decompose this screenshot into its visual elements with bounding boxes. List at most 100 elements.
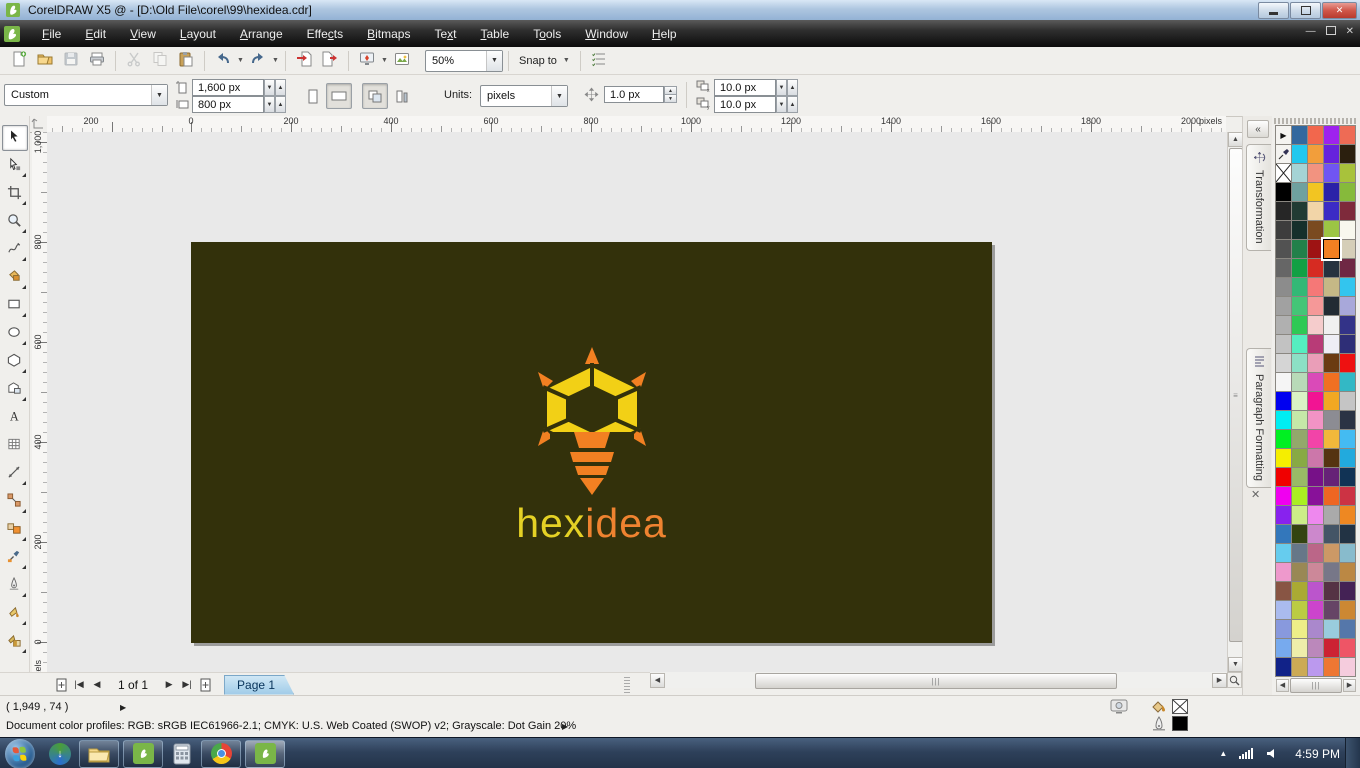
docker-collapse-button[interactable]: « xyxy=(1247,120,1269,138)
outline-color-indicator[interactable] xyxy=(1150,716,1188,731)
palette-swatch[interactable] xyxy=(1339,524,1356,544)
palette-swatch[interactable] xyxy=(1275,296,1292,316)
menu-view[interactable]: View xyxy=(118,23,168,45)
palette-swatch[interactable] xyxy=(1339,220,1356,240)
palette-swatch[interactable] xyxy=(1291,182,1308,202)
palette-swatch[interactable] xyxy=(1291,201,1308,221)
palette-no-color[interactable] xyxy=(1275,163,1292,183)
menu-text[interactable]: Text xyxy=(422,23,468,45)
palette-swatch[interactable] xyxy=(1323,334,1340,354)
add-page-before-button[interactable] xyxy=(52,676,70,694)
palette-swatch[interactable] xyxy=(1307,562,1324,582)
page-tab[interactable]: Page 1 xyxy=(224,675,294,695)
vertical-scrollbar[interactable]: ▲ ≡ ▼ xyxy=(1227,132,1243,672)
export-button[interactable] xyxy=(317,48,343,74)
palette-swatch[interactable] xyxy=(1291,391,1308,411)
menu-file[interactable]: File xyxy=(30,23,73,45)
palette-swatch[interactable] xyxy=(1339,391,1356,411)
application-launcher-button[interactable] xyxy=(354,48,380,74)
duplicate-x-down[interactable]: ▼ xyxy=(776,79,787,96)
palette-swatch[interactable] xyxy=(1291,467,1308,487)
palette-swatch[interactable] xyxy=(1307,163,1324,183)
palette-swatch[interactable] xyxy=(1275,334,1292,354)
palette-swatch[interactable] xyxy=(1323,486,1340,506)
palette-swatch[interactable] xyxy=(1275,619,1292,639)
palette-swatch[interactable] xyxy=(1339,182,1356,202)
palette-swatch[interactable] xyxy=(1307,600,1324,620)
palette-swatch[interactable] xyxy=(1339,296,1356,316)
palette-swatch[interactable] xyxy=(1275,201,1292,221)
basic-shapes-tool[interactable] xyxy=(2,377,28,403)
palette-swatch[interactable] xyxy=(1291,163,1308,183)
units-combo[interactable]: pixels ▼ xyxy=(480,85,568,107)
palette-swatch[interactable] xyxy=(1339,429,1356,449)
taskbar-calculator-icon[interactable] xyxy=(170,742,194,766)
palette-swatch[interactable] xyxy=(1323,372,1340,392)
palette-swatch[interactable] xyxy=(1339,125,1356,145)
palette-swatch[interactable] xyxy=(1307,144,1324,164)
new-document-button[interactable] xyxy=(6,48,32,74)
menu-window[interactable]: Window xyxy=(573,23,640,45)
duplicate-y-up[interactable]: ▲ xyxy=(787,96,798,113)
palette-swatch[interactable] xyxy=(1291,125,1308,145)
paper-width-up[interactable]: ▲ xyxy=(275,79,286,96)
smart-fill-tool[interactable] xyxy=(2,265,28,291)
palette-swatch[interactable] xyxy=(1323,657,1340,677)
rectangle-tool[interactable] xyxy=(2,293,28,319)
text-tool[interactable]: A xyxy=(2,405,28,431)
palette-swatch[interactable] xyxy=(1323,543,1340,563)
palette-swatch[interactable] xyxy=(1307,201,1324,221)
palette-swatch[interactable] xyxy=(1339,277,1356,297)
palette-swatch[interactable] xyxy=(1307,277,1324,297)
shape-tool[interactable] xyxy=(2,153,28,179)
snap-to-button[interactable]: Snap to▼ xyxy=(514,49,575,73)
palette-eyedropper[interactable] xyxy=(1275,144,1292,164)
palette-swatch[interactable] xyxy=(1323,163,1340,183)
menu-effects[interactable]: Effects xyxy=(295,23,355,45)
palette-swatch[interactable] xyxy=(1339,353,1356,373)
palette-swatch[interactable] xyxy=(1291,258,1308,278)
palette-swatch[interactable] xyxy=(1275,448,1292,468)
palette-swatch[interactable] xyxy=(1291,619,1308,639)
palette-swatch[interactable] xyxy=(1323,467,1340,487)
palette-swatch[interactable] xyxy=(1291,334,1308,354)
crop-tool[interactable] xyxy=(2,181,28,207)
redo-dropdown[interactable]: ▼ xyxy=(271,49,280,73)
clock[interactable]: 4:59 PM xyxy=(1295,747,1340,761)
undo-button[interactable] xyxy=(210,48,236,74)
palette-swatch[interactable] xyxy=(1339,258,1356,278)
docker-close-icon[interactable]: ✕ xyxy=(1251,488,1260,501)
palette-drag-handle[interactable] xyxy=(1274,118,1356,124)
palette-swatch[interactable] xyxy=(1323,619,1340,639)
palette-swatch[interactable] xyxy=(1291,220,1308,240)
palette-swatch[interactable] xyxy=(1275,239,1292,259)
blend-tool[interactable] xyxy=(2,517,28,543)
palette-swatch[interactable] xyxy=(1339,144,1356,164)
scrollbar-splitter[interactable] xyxy=(624,677,630,693)
palette-swatch[interactable] xyxy=(1323,410,1340,430)
palette-swatch[interactable] xyxy=(1339,581,1356,601)
palette-swatch[interactable] xyxy=(1291,600,1308,620)
open-button[interactable] xyxy=(32,48,58,74)
palette-swatch[interactable] xyxy=(1323,125,1340,145)
palette-swatch[interactable] xyxy=(1339,163,1356,183)
palette-swatch[interactable] xyxy=(1275,372,1292,392)
proof-colors-icon[interactable] xyxy=(1110,699,1128,717)
menu-arrange[interactable]: Arrange xyxy=(228,23,295,45)
all-pages-button[interactable] xyxy=(362,83,388,109)
palette-swatch[interactable] xyxy=(1291,353,1308,373)
palette-swatch[interactable] xyxy=(1339,505,1356,525)
menu-layout[interactable]: Layout xyxy=(168,23,228,45)
interactive-fill-tool[interactable] xyxy=(2,629,28,655)
duplicate-x-input[interactable]: 10.0 px xyxy=(714,79,776,96)
taskbar-explorer-button[interactable] xyxy=(79,740,119,768)
palette-swatch[interactable] xyxy=(1307,581,1324,601)
palette-swatch[interactable] xyxy=(1339,638,1356,658)
palette-swatch[interactable] xyxy=(1323,524,1340,544)
restore-button[interactable] xyxy=(1290,2,1321,19)
palette-swatch[interactable] xyxy=(1323,562,1340,582)
ellipse-tool[interactable] xyxy=(2,321,28,347)
palette-swatch[interactable] xyxy=(1307,543,1324,563)
palette-swatch[interactable] xyxy=(1291,239,1308,259)
palette-swatch[interactable] xyxy=(1323,258,1340,278)
